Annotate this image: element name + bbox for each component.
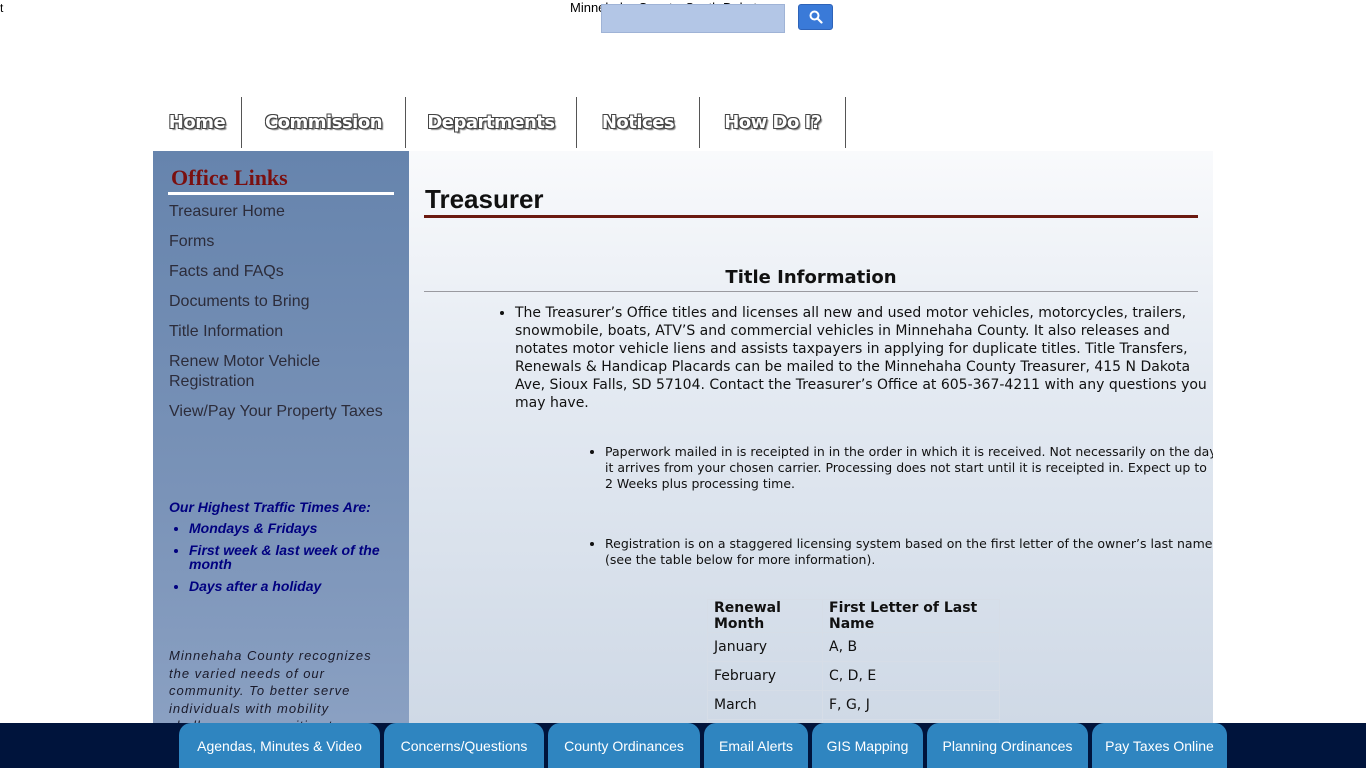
sidebar-link-facts-faqs[interactable]: Facts and FAQs xyxy=(169,262,394,282)
traffic-times-list: Mondays & Fridays First week & last week… xyxy=(169,521,389,601)
footer-button-ordinances[interactable]: County Ordinances xyxy=(548,723,700,768)
footer-button-gis-mapping[interactable]: GIS Mapping xyxy=(812,723,923,768)
table-row: March F, G, J xyxy=(707,690,1000,720)
nav-departments[interactable]: Departments xyxy=(406,97,577,148)
table-cell: February xyxy=(707,661,823,691)
sidebar-link-title-information[interactable]: Title Information xyxy=(169,322,394,342)
table-cell: A, B xyxy=(822,632,1000,662)
sidebar-link-renew-registration[interactable]: Renew Motor Vehicle Registration xyxy=(169,352,394,392)
footer-button-planning[interactable]: Planning Ordinances xyxy=(927,723,1088,768)
nav-commission[interactable]: Commission xyxy=(242,97,406,148)
traffic-times-title: Our Highest Traffic Times Are: xyxy=(169,499,371,515)
list-item: Paperwork mailed in is receipted in in t… xyxy=(605,444,1213,492)
registration-list: Registration is on a staggered licensing… xyxy=(585,536,1213,568)
title-divider xyxy=(424,215,1198,218)
table-row: January A, B xyxy=(707,632,1000,662)
sidebar-link-property-taxes[interactable]: View/Pay Your Property Taxes xyxy=(169,402,394,422)
list-item: The Treasurer’s Office titles and licens… xyxy=(515,304,1213,412)
main-nav: Home Commission Departments Notices How … xyxy=(153,97,846,148)
table-row: February C, D, E xyxy=(707,661,1000,691)
column-header: Renewal Month xyxy=(707,599,823,633)
column-header: First Letter of Last Name xyxy=(822,599,1000,633)
sidebar-link-forms[interactable]: Forms xyxy=(169,232,394,252)
table-cell: January xyxy=(707,632,823,662)
list-item: First week & last week of the month xyxy=(189,543,389,571)
sidebar-link-treasurer-home[interactable]: Treasurer Home xyxy=(169,202,394,222)
accessibility-notice: Minnehaha County recognizes the varied n… xyxy=(169,648,372,723)
list-item: Registration is on a staggered licensing… xyxy=(605,536,1213,568)
footer-button-concerns[interactable]: Concerns/Questions xyxy=(384,723,544,768)
footer-button-pay-taxes[interactable]: Pay Taxes Online xyxy=(1092,723,1227,768)
table-cell: F, G, J xyxy=(822,690,1000,720)
page-title: Treasurer xyxy=(425,184,544,214)
table-header-row: Renewal Month First Letter of Last Name xyxy=(707,599,1000,633)
list-item: Days after a holiday xyxy=(189,579,389,593)
search-button[interactable] xyxy=(798,4,833,30)
table-cell: March xyxy=(707,690,823,720)
table-cell: C, D, E xyxy=(822,661,1000,691)
sidebar-link-documents-to-bring[interactable]: Documents to Bring xyxy=(169,292,394,312)
nav-home[interactable]: Home xyxy=(153,97,242,148)
footer-button-agendas[interactable]: Agendas, Minutes & Video xyxy=(179,723,380,768)
footer-button-email-alerts[interactable]: Email Alerts xyxy=(704,723,808,768)
section-divider xyxy=(424,291,1198,292)
office-links-sidebar: Office Links Treasurer Home Forms Facts … xyxy=(153,151,409,723)
section-title: Title Information xyxy=(725,267,897,288)
nav-how-do-i[interactable]: How Do I? xyxy=(700,97,846,148)
corner-text: t xyxy=(0,1,4,15)
renewal-table: Renewal Month First Letter of Last Name … xyxy=(707,599,1000,723)
list-item: Mondays & Fridays xyxy=(189,521,389,535)
mail-processing-list: Paperwork mailed in is receipted in in t… xyxy=(585,444,1213,492)
title-info-list: The Treasurer’s Office titles and licens… xyxy=(495,304,1213,412)
sidebar-heading: Office Links xyxy=(171,165,288,190)
search-icon xyxy=(809,10,823,24)
nav-notices[interactable]: Notices xyxy=(577,97,700,148)
sidebar-divider xyxy=(168,192,394,195)
search-input[interactable] xyxy=(601,4,785,33)
main-content: Treasurer Title Information The Treasure… xyxy=(409,151,1213,723)
